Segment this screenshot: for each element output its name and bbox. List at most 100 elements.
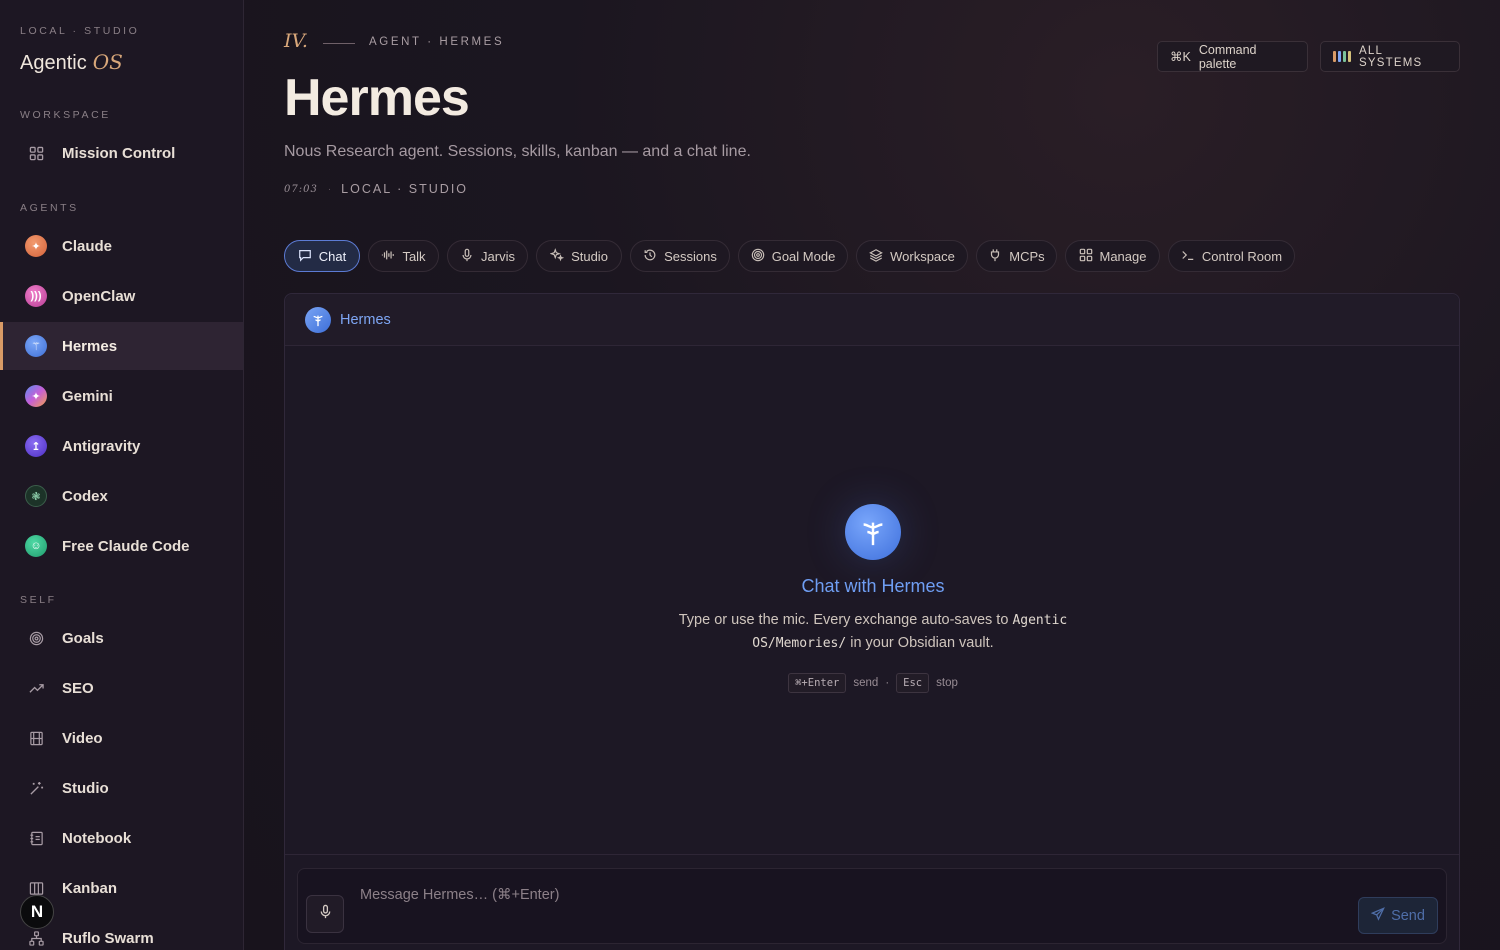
hermes-avatar	[305, 306, 331, 333]
mic-button[interactable]	[306, 895, 344, 933]
sidebar-item-label: Antigravity	[62, 437, 141, 455]
plug-icon	[988, 248, 1002, 265]
sidebar-item-label: Ruflo Swarm	[62, 929, 154, 947]
dev-badge[interactable]: N	[20, 895, 54, 929]
sidebar-item-seo[interactable]: SEO	[0, 664, 243, 712]
waveform-icon	[381, 248, 395, 265]
tab-control-room[interactable]: Control Room	[1168, 240, 1295, 272]
tab-label: Chat	[318, 248, 347, 264]
chat-header: Hermes	[285, 294, 1459, 346]
chat-panel: Hermes Chat with Hermes Type or use the …	[284, 293, 1460, 950]
tab-label: Talk	[402, 248, 426, 264]
tab-label: Manage	[1099, 248, 1147, 264]
tab-jarvis[interactable]: Jarvis	[447, 240, 528, 272]
sidebar-item-video[interactable]: Video	[0, 714, 243, 762]
sidebar-item-label: Gemini	[62, 387, 113, 405]
message-input[interactable]	[360, 887, 1260, 903]
tab-sessions[interactable]: Sessions	[630, 240, 730, 272]
brand-name-accent: OS	[92, 50, 123, 74]
claude-icon: ✦	[25, 235, 47, 257]
sidebar-item-free-claude-code[interactable]: ☺ Free Claude Code	[0, 522, 243, 570]
tab-label: Workspace	[890, 248, 955, 264]
chat-icon	[298, 248, 312, 265]
stop-shortcut-key: Esc	[896, 673, 930, 693]
section-label-agents: AGENTS	[20, 202, 79, 214]
tab-talk[interactable]: Talk	[368, 240, 439, 272]
chat-empty-state: Chat with Hermes Type or use the mic. Ev…	[285, 504, 1461, 693]
sidebar-item-goals[interactable]: Goals	[0, 614, 243, 662]
tab-manage[interactable]: Manage	[1065, 240, 1160, 272]
send-button[interactable]: Send	[1358, 897, 1438, 934]
sidebar-item-label: Kanban	[62, 879, 118, 897]
tab-chat[interactable]: Chat	[284, 240, 360, 272]
tab-label: MCPs	[1009, 248, 1045, 264]
send-icon	[1370, 906, 1386, 925]
command-shortcut: ⌘K	[1170, 50, 1191, 64]
main-content: IV. AGENT · HERMES Hermes Nous Research …	[244, 0, 1500, 950]
sidebar-item-hermes[interactable]: ⚚ Hermes	[0, 322, 243, 370]
tab-studio[interactable]: Studio	[536, 240, 622, 272]
message-composer: Send	[297, 868, 1447, 944]
openclaw-icon: )))	[25, 285, 47, 307]
trending-icon	[24, 676, 48, 700]
sidebar-item-label: Claude	[62, 237, 113, 255]
system-status-button[interactable]: ALL SYSTEMS	[1320, 41, 1460, 72]
stop-shortcut-label: stop	[936, 677, 958, 689]
description-text: Type or use the mic. Every exchange auto…	[678, 612, 1009, 628]
sidebar-item-mission-control[interactable]: Mission Control	[0, 129, 243, 177]
sidebar-item-claude[interactable]: ✦ Claude	[0, 222, 243, 270]
tab-label: Sessions	[664, 248, 717, 264]
tab-mcps[interactable]: MCPs	[976, 240, 1057, 272]
antigravity-icon: ↥	[25, 435, 47, 457]
sidebar-item-label: Studio	[62, 779, 109, 797]
keyboard-hints: ⌘+Enter send · Esc stop	[285, 673, 1461, 693]
sidebar-item-studio[interactable]: Studio	[0, 764, 243, 812]
sidebar: LOCAL · STUDIO Agentic OS WORKSPACE Missi…	[0, 0, 244, 950]
page-eyebrow: AGENT · HERMES	[369, 36, 505, 48]
page-title: Hermes	[284, 69, 470, 127]
empty-state-title: Chat with Hermes	[801, 576, 945, 596]
hermes-icon	[845, 504, 901, 560]
shortcut-separator: ·	[885, 677, 890, 689]
command-palette-button[interactable]: ⌘K Command palette	[1157, 41, 1308, 72]
sidebar-item-openclaw[interactable]: ))) OpenClaw	[0, 272, 243, 320]
section-label-self: SELF	[20, 594, 57, 606]
sidebar-item-codex[interactable]: ❃ Codex	[0, 472, 243, 520]
composer-area: Send	[285, 854, 1459, 950]
tab-goal-mode[interactable]: Goal Mode	[738, 240, 848, 272]
wand-icon	[24, 776, 48, 800]
sidebar-item-notebook[interactable]: Notebook	[0, 814, 243, 862]
section-label-workspace: WORKSPACE	[20, 109, 111, 121]
tab-label: Studio	[571, 248, 608, 264]
system-status-label: ALL SYSTEMS	[1359, 44, 1423, 69]
mic-icon	[460, 248, 474, 265]
sidebar-item-label: Video	[62, 729, 103, 747]
sidebar-item-label: Mission Control	[62, 144, 176, 162]
free-claude-code-icon: ☺	[25, 535, 47, 557]
page-meta: 07:03 · LOCAL · STUDIO	[284, 182, 468, 196]
eyebrow-divider	[323, 43, 355, 44]
tab-label: Jarvis	[481, 248, 515, 264]
swarm-icon	[24, 926, 48, 950]
section-numeral: IV.	[284, 30, 308, 52]
brand-logo[interactable]: Agentic OS	[20, 50, 123, 75]
target-icon	[751, 248, 765, 265]
chat-agent-name: Hermes	[340, 311, 391, 328]
page-subtitle: Nous Research agent. Sessions, skills, k…	[284, 143, 751, 160]
sidebar-item-label: Free Claude Code	[62, 537, 190, 555]
description-text-end: in your Obsidian vault.	[850, 635, 994, 651]
send-shortcut-label: send	[853, 677, 879, 689]
sidebar-item-label: Hermes	[62, 337, 118, 355]
sidebar-item-label: Codex	[62, 487, 108, 505]
tab-workspace[interactable]: Workspace	[856, 240, 968, 272]
layers-icon	[869, 248, 883, 265]
history-icon	[643, 248, 657, 265]
location-label: LOCAL · STUDIO	[341, 182, 469, 196]
sidebar-item-antigravity[interactable]: ↥ Antigravity	[0, 422, 243, 470]
meta-separator: ·	[327, 183, 332, 195]
sparkles-icon	[549, 247, 565, 265]
empty-state-description: Type or use the mic. Every exchange auto…	[673, 609, 1073, 655]
film-icon	[24, 726, 48, 750]
grid-icon	[1079, 248, 1093, 265]
sidebar-item-gemini[interactable]: ✦ Gemini	[0, 372, 243, 420]
